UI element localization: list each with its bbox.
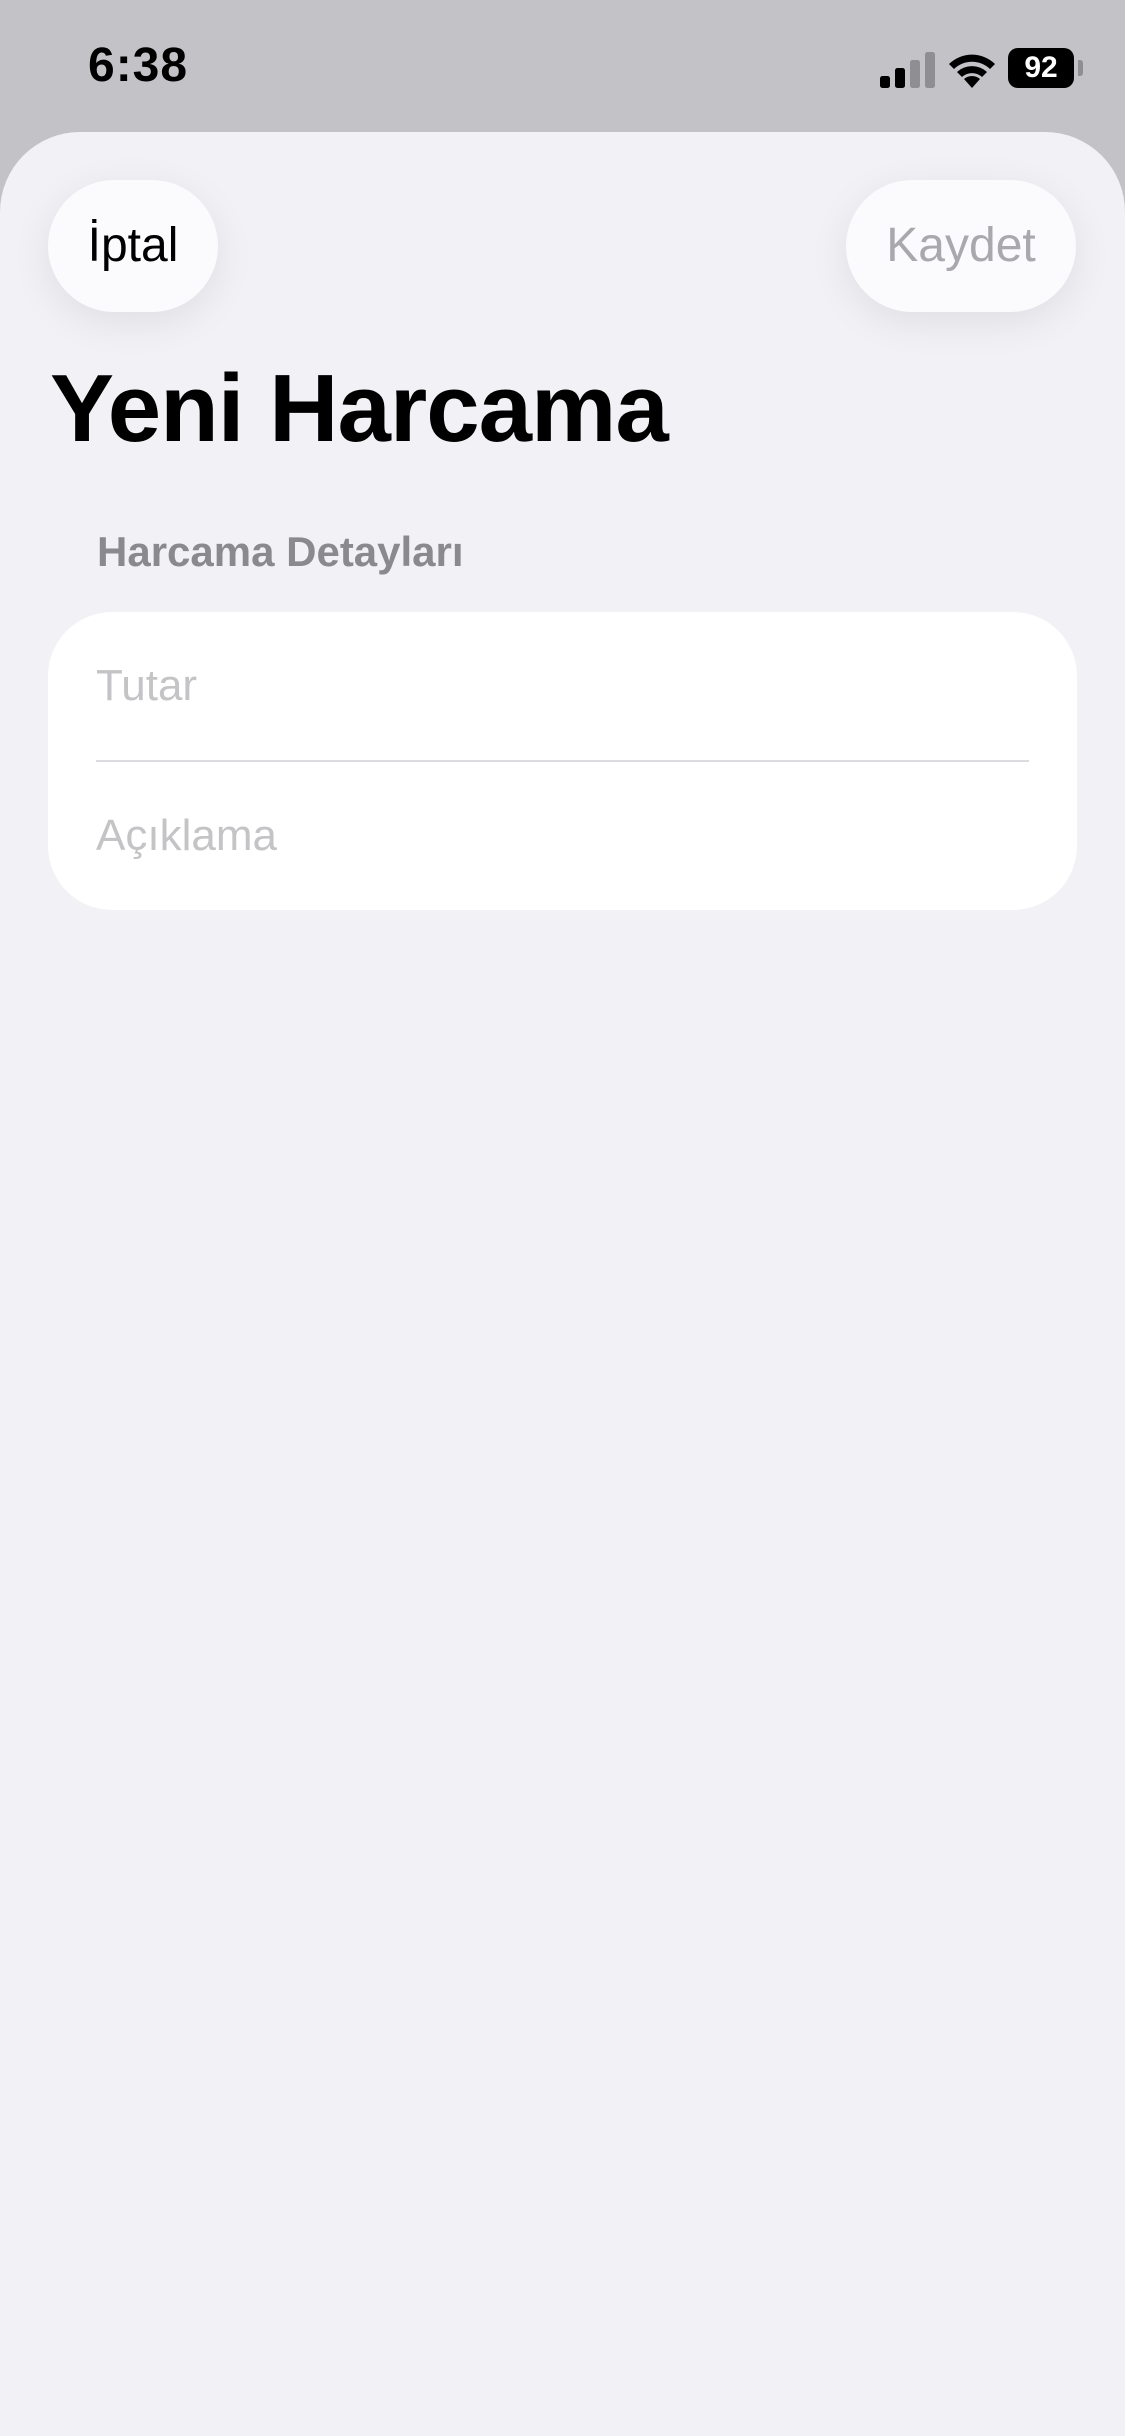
battery-icon: 92 [1008,48,1084,88]
amount-field[interactable] [96,612,1077,760]
wifi-icon [949,54,995,88]
battery-level: 92 [1008,48,1074,88]
status-time: 6:38 [88,39,189,92]
save-button[interactable]: Kaydet [846,180,1076,312]
battery-cap [1078,60,1083,76]
new-expense-sheet: İptal Kaydet Yeni Harcama Harcama Detayl… [0,132,1125,2436]
section-header: Harcama Detayları [97,528,464,575]
description-field[interactable] [96,762,1077,910]
page-title: Yeni Harcama [50,355,669,462]
expense-details-card [48,612,1077,910]
status-bar: 6:38 92 [0,0,1125,132]
cancel-button[interactable]: İptal [48,180,218,312]
signal-icon [880,52,935,88]
